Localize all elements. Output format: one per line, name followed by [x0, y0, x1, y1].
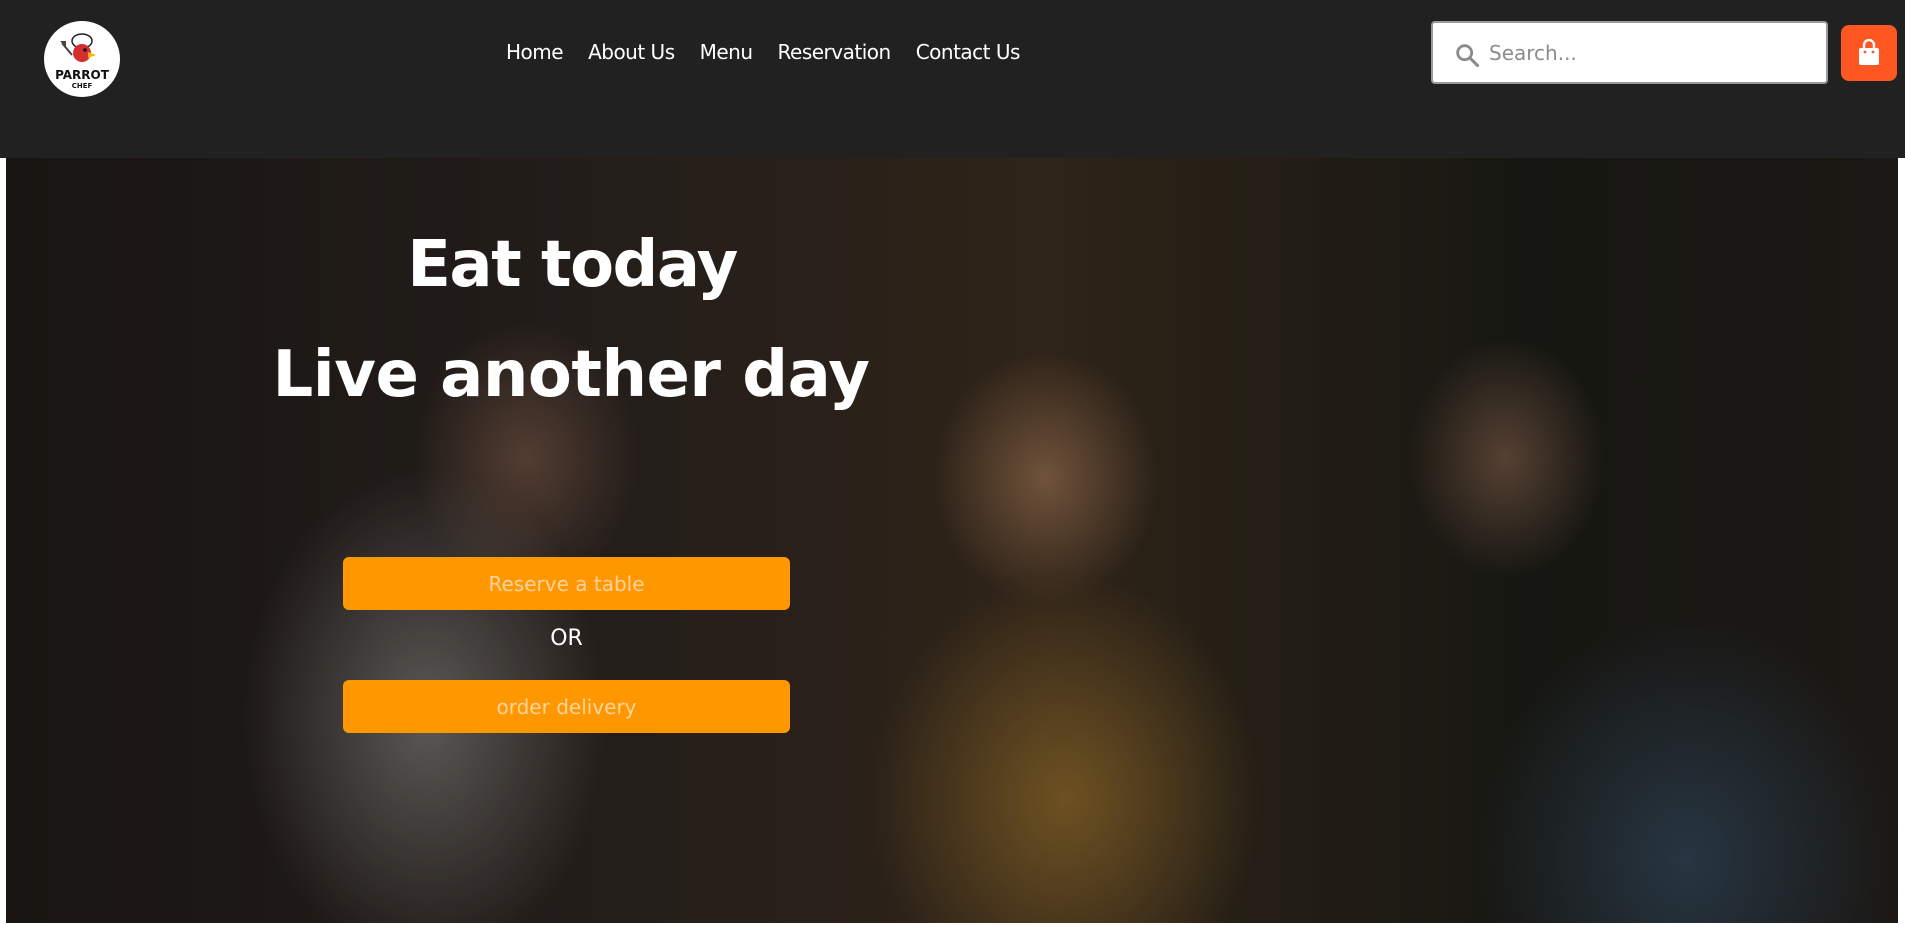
hero-headline: Eat today: [407, 228, 738, 302]
order-delivery-button[interactable]: order delivery: [343, 680, 790, 733]
main-nav: Home About Us Menu Reservation Contact U…: [506, 40, 1020, 64]
search-box: [1431, 21, 1828, 84]
search-icon: [1456, 44, 1480, 68]
nav-reservation[interactable]: Reservation: [778, 40, 892, 64]
parrot-chef-logo[interactable]: PARROT CHEF: [44, 21, 120, 97]
navbar: PARROT CHEF Home About Us Menu Reservati…: [0, 0, 1905, 158]
or-separator: OR: [550, 626, 583, 651]
nav-contact-us[interactable]: Contact Us: [916, 40, 1021, 64]
nav-menu[interactable]: Menu: [700, 40, 753, 64]
logo-subtext: CHEF: [71, 82, 93, 90]
nav-about-us[interactable]: About Us: [588, 40, 675, 64]
hero-subheadline: Live another day: [272, 338, 871, 412]
hero-background-image: [6, 158, 1898, 923]
logo-text: PARROT: [55, 68, 109, 82]
hero-section: Eat today Live another day Reserve a tab…: [6, 158, 1898, 923]
search-input[interactable]: [1489, 31, 1809, 75]
shopping-bag-icon: [1859, 39, 1879, 65]
cart-button[interactable]: [1841, 25, 1897, 81]
nav-home[interactable]: Home: [506, 40, 564, 64]
reserve-table-button[interactable]: Reserve a table: [343, 557, 790, 610]
